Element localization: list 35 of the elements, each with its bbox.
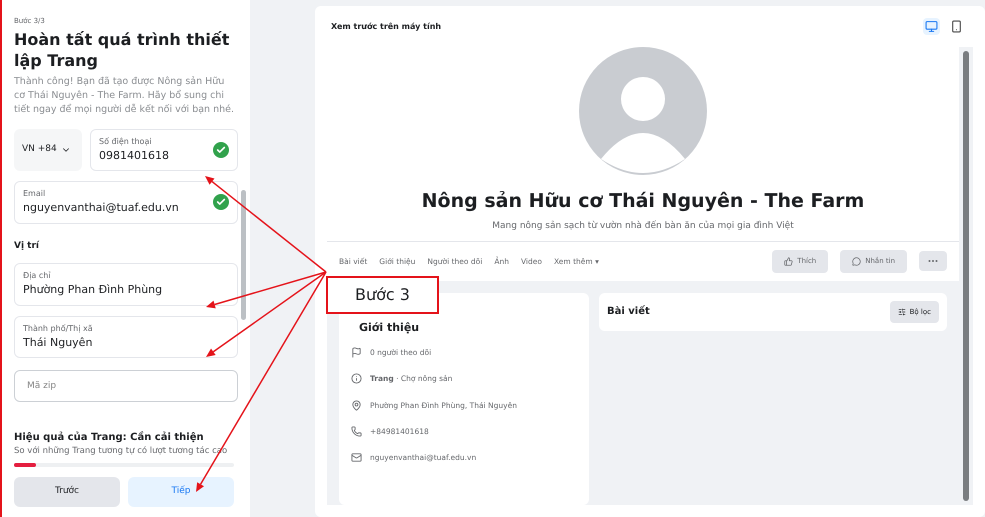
next-button[interactable]: Tiếp [128, 477, 234, 507]
back-button[interactable]: Trước [14, 477, 120, 507]
panel-description: Thành công! Bạn đã tạo được Nông sản Hữu cơ Thái Nguyên - The Farm. Hãy bổ sung chi tiết ngay để mọi người dễ kết nối với bạn nhé. [14, 74, 236, 116]
input-field[interactable]: Số điện thoại 0981401618 [90, 128, 238, 171]
page-name: Nông sản Hữu cơ Thái Nguyên - The Farm [422, 189, 864, 214]
panel-title: Hoàn tất quá trình thiết lập Trang [14, 28, 230, 70]
input-field[interactable]: Thành phố/Thị xã Thái Nguyên [14, 316, 238, 358]
field-value: Thái Nguyên [23, 334, 94, 350]
input-field[interactable]: Địa chỉ Phường Phan Đình Phùng [14, 263, 238, 306]
page-tagline: Mang nông sản sạch từ vườn nhà đến bàn ăn của mọi gia đình Việt [492, 220, 794, 232]
map-pin-icon [351, 400, 362, 411]
thumbs-up-icon [784, 256, 794, 266]
intro-title: Giới thiệu [358, 320, 420, 336]
country-code-dropdown[interactable]: VN +84 [14, 128, 82, 171]
chat-bubble-icon [852, 256, 862, 266]
desktop-preview-button[interactable] [923, 18, 940, 35]
field-value: 0981401618 [99, 148, 170, 164]
phone-icon [351, 426, 362, 437]
field-label: Số điện thoại [99, 136, 153, 148]
posts-title: Bài viết [607, 304, 650, 320]
field-value: Phường Phan Đình Phùng [23, 282, 164, 298]
field-label: Thành phố/Thị xã [23, 322, 94, 334]
field-label: Địa chỉ [23, 270, 52, 282]
info-icon [351, 373, 362, 384]
flag-icon [351, 347, 362, 358]
callout-label: Bước 3 [355, 284, 410, 306]
mail-icon [351, 452, 362, 464]
input-field[interactable]: Email nguyenvanthai@tuaf.edu.vn [14, 181, 238, 224]
health-title: Hiệu quả của Trang: Cần cải thiện [14, 430, 205, 445]
filter-icon [898, 308, 906, 316]
zip-field[interactable]: Mã zip [14, 370, 238, 402]
field-label: Email [23, 188, 46, 200]
field-value: nguyenvanthai@tuaf.edu.vn [23, 200, 180, 216]
preview-title: Xem trước trên máy tính [331, 20, 442, 32]
section-heading: Vị trí [14, 240, 40, 252]
